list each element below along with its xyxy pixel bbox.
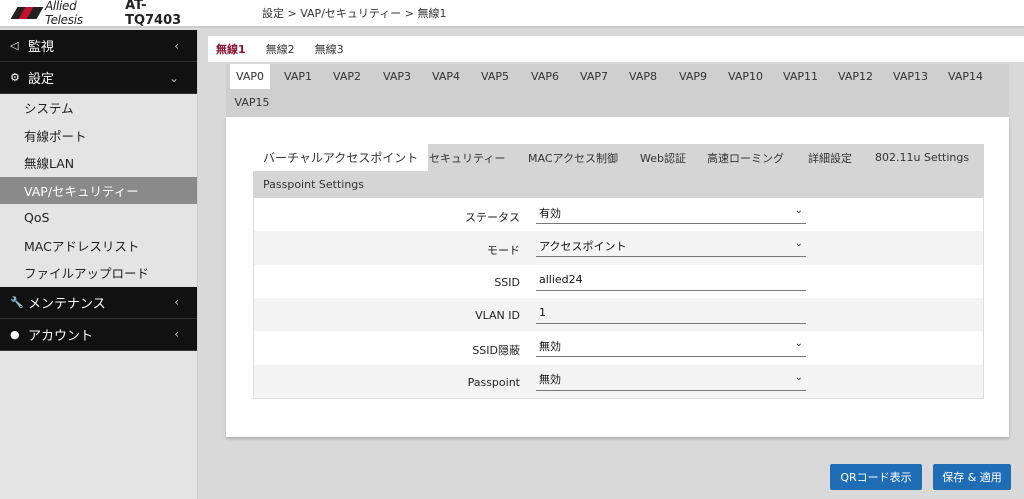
brand-logo: Allied Telesis AT-TQ7403 bbox=[10, 0, 198, 28]
vlan-id-label: VLAN ID bbox=[475, 308, 520, 322]
sidebar-item-mac-address-list[interactable]: MACアドレスリスト bbox=[0, 232, 197, 260]
sidebar-item-label: アカウント bbox=[28, 328, 94, 344]
sidebar-item-maintenance[interactable]: 🔧 メンテナンス ‹ bbox=[0, 286, 197, 319]
device-model: AT-TQ7403 bbox=[125, 0, 182, 28]
form-row-mode: モード アクセスポイント ⌄ bbox=[254, 231, 983, 265]
chevron-left-icon: ‹ bbox=[174, 38, 179, 53]
sidebar-item-vap-security[interactable]: VAP/セキュリティー bbox=[0, 176, 197, 204]
passpoint-value: 無効 bbox=[539, 373, 561, 386]
ssid-label: SSID bbox=[494, 275, 520, 289]
passpoint-label: Passpoint bbox=[467, 375, 520, 389]
sidebar-item-file-upload[interactable]: ファイルアップロード bbox=[0, 259, 197, 287]
sidebar-item-wireless-lan[interactable]: 無線LAN bbox=[0, 149, 197, 177]
form-row-ssid: SSID allied24 bbox=[254, 265, 983, 298]
tab-passpoint-settings[interactable]: Passpoint Settings bbox=[253, 171, 374, 198]
tab-vap15[interactable]: VAP15 bbox=[232, 90, 272, 115]
sidebar-item-qos[interactable]: QoS bbox=[0, 204, 197, 232]
passpoint-select[interactable]: 無効 ⌄ bbox=[536, 369, 806, 391]
tab-vap6[interactable]: VAP6 bbox=[525, 64, 565, 89]
tab-vap10[interactable]: VAP10 bbox=[723, 64, 768, 89]
chevron-down-icon: ⌄ bbox=[794, 238, 803, 250]
tab-vap14[interactable]: VAP14 bbox=[943, 64, 988, 89]
sidebar-item-account[interactable]: ● アカウント ‹ bbox=[0, 318, 197, 351]
tab-vap7[interactable]: VAP7 bbox=[574, 64, 614, 89]
chevron-left-icon: ‹ bbox=[174, 295, 179, 309]
tab-fast-roaming[interactable]: 高速ローミング bbox=[697, 144, 794, 171]
sidebar-item-settings[interactable]: ⚙ 設定 ⌄ bbox=[0, 62, 197, 94]
vap-tab-bar: VAP0 VAP1 VAP2 VAP3 VAP4 VAP5 VAP6 VAP7 … bbox=[226, 64, 1009, 117]
logo-mark-icon bbox=[10, 7, 44, 19]
save-apply-button[interactable]: 保存 & 適用 bbox=[933, 464, 1011, 490]
ssid-input[interactable]: allied24 bbox=[536, 269, 806, 291]
sidebar-item-wired-port[interactable]: 有線ポート bbox=[0, 122, 197, 150]
tab-vap11[interactable]: VAP11 bbox=[778, 64, 823, 89]
ssid-hidden-value: 無効 bbox=[539, 339, 561, 353]
share-icon: ◁ bbox=[10, 39, 19, 52]
chevron-left-icon: ‹ bbox=[174, 327, 179, 341]
tab-wireless-3[interactable]: 無線3 bbox=[307, 36, 356, 62]
tab-advanced-settings[interactable]: 詳細設定 bbox=[798, 144, 862, 171]
logo-text: Allied Telesis bbox=[45, 0, 83, 27]
tab-vap9[interactable]: VAP9 bbox=[673, 64, 713, 89]
vlan-id-value: 1 bbox=[539, 305, 546, 319]
tab-vap12[interactable]: VAP12 bbox=[833, 64, 878, 89]
tab-wireless-1[interactable]: 無線1 bbox=[208, 36, 258, 62]
form-row-status: ステータス 有効 ⌄ bbox=[254, 198, 983, 231]
vlan-id-input[interactable]: 1 bbox=[536, 302, 806, 324]
status-select[interactable]: 有効 ⌄ bbox=[536, 202, 806, 224]
gear-icon: ⚙ bbox=[10, 71, 20, 84]
tab-web-auth[interactable]: Web認証 bbox=[630, 144, 696, 171]
user-icon: ● bbox=[10, 327, 20, 341]
sidebar-item-label: 監視 bbox=[28, 40, 55, 55]
ssid-value: allied24 bbox=[539, 272, 583, 286]
mode-value: アクセスポイント bbox=[539, 239, 627, 253]
chevron-down-icon: ⌄ bbox=[794, 371, 803, 383]
tab-vap5[interactable]: VAP5 bbox=[475, 64, 515, 89]
chevron-down-icon: ⌄ bbox=[794, 205, 803, 216]
vap-settings-form: ステータス 有効 ⌄ モード アクセスポイント ⌄ SSID allied24 … bbox=[253, 198, 984, 399]
sidebar-item-monitor[interactable]: ◁ 監視 ‹ bbox=[0, 30, 197, 62]
tab-virtual-access-point[interactable]: バーチャルアクセスポイント bbox=[253, 144, 429, 171]
mode-select[interactable]: アクセスポイント ⌄ bbox=[536, 235, 806, 258]
tab-vap1[interactable]: VAP1 bbox=[278, 64, 318, 89]
tab-80211u-settings[interactable]: 802.11u Settings bbox=[865, 144, 979, 171]
sidebar-item-label: 設定 bbox=[28, 72, 55, 87]
tab-vap3[interactable]: VAP3 bbox=[377, 64, 417, 89]
tab-wireless-2[interactable]: 無線2 bbox=[258, 36, 307, 62]
tab-vap4[interactable]: VAP4 bbox=[426, 64, 466, 89]
sub-tab-bar: バーチャルアクセスポイント セキュリティー MACアクセス制御 Web認証 高速… bbox=[253, 144, 984, 198]
breadcrumb: 設定 > VAP/セキュリティー > 無線1 bbox=[262, 7, 447, 20]
form-row-vlan-id: VLAN ID 1 bbox=[254, 297, 983, 332]
wrench-icon: 🔧 bbox=[10, 295, 24, 309]
top-header: Allied Telesis AT-TQ7403 設定 > VAP/セキュリティ… bbox=[0, 0, 1024, 28]
chevron-down-icon: ⌄ bbox=[794, 338, 803, 350]
ssid-hidden-select[interactable]: 無効 ⌄ bbox=[536, 335, 806, 358]
sidebar-item-system[interactable]: システム bbox=[0, 94, 197, 122]
tab-mac-access-control[interactable]: MACアクセス制御 bbox=[518, 144, 628, 171]
tab-vap13[interactable]: VAP13 bbox=[888, 64, 933, 89]
ssid-hidden-label: SSID隠蔽 bbox=[472, 344, 520, 358]
sidebar-item-label: メンテナンス bbox=[28, 296, 106, 312]
form-row-passpoint: Passpoint 無効 ⌄ bbox=[254, 364, 983, 398]
tab-security[interactable]: セキュリティー bbox=[419, 144, 515, 171]
tab-vap8[interactable]: VAP8 bbox=[623, 64, 663, 89]
qr-code-button[interactable]: QRコード表示 bbox=[830, 464, 922, 490]
tab-vap2[interactable]: VAP2 bbox=[327, 64, 367, 89]
status-label: ステータス bbox=[465, 211, 520, 224]
tab-vap0[interactable]: VAP0 bbox=[230, 64, 270, 89]
sidebar: ◁ 監視 ‹ ⚙ 設定 ⌄ システム 有線ポート 無線LAN VAP/セキュリテ… bbox=[0, 30, 198, 499]
form-row-ssid-hidden: SSID隠蔽 無効 ⌄ bbox=[254, 331, 983, 364]
status-value: 有効 bbox=[539, 206, 561, 220]
chevron-down-icon: ⌄ bbox=[168, 70, 179, 85]
wireless-tabs: 無線1 無線2 無線3 bbox=[208, 36, 356, 62]
mode-label: モード bbox=[487, 244, 520, 258]
